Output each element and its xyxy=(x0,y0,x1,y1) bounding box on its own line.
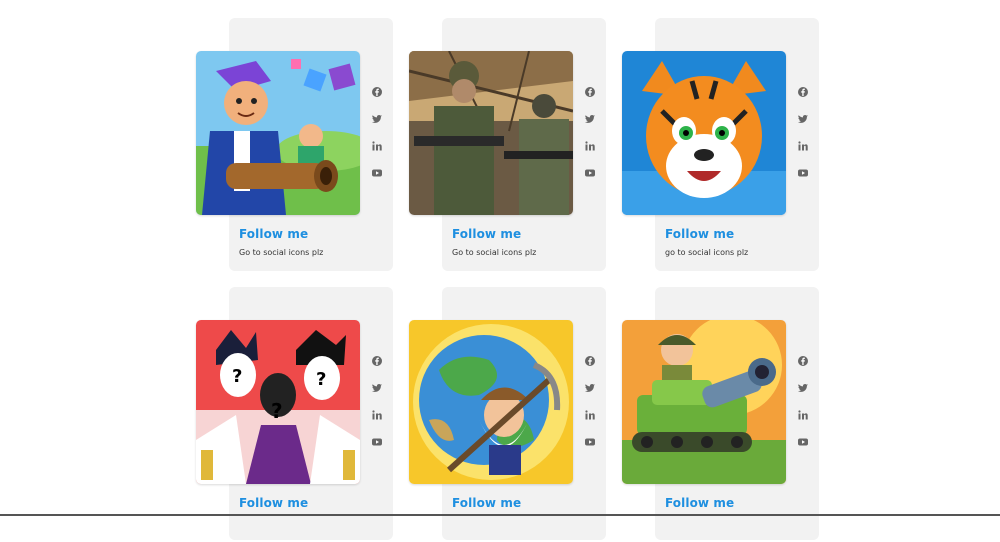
follow-me-link[interactable]: Follow me xyxy=(239,496,308,510)
facebook-icon[interactable] xyxy=(797,86,809,98)
twitter-icon[interactable] xyxy=(371,113,383,125)
tank-soldier-image[interactable] xyxy=(622,320,786,484)
youtube-icon[interactable] xyxy=(371,167,383,179)
card-description: Go to social icons plz xyxy=(239,248,324,257)
card-description: Go to social icons plz xyxy=(452,248,537,257)
profile-card: Follow me go to social icons plz xyxy=(622,18,819,273)
profile-card: Follow me xyxy=(409,287,606,542)
facebook-icon[interactable] xyxy=(584,355,596,367)
facebook-icon[interactable] xyxy=(584,86,596,98)
linkedin-icon[interactable] xyxy=(584,409,596,421)
facebook-icon[interactable] xyxy=(371,86,383,98)
youtube-icon[interactable] xyxy=(371,436,383,448)
linkedin-icon[interactable] xyxy=(371,140,383,152)
game-hero-bazooka-image[interactable] xyxy=(196,51,360,215)
follow-me-link[interactable]: Follow me xyxy=(452,227,521,241)
twitter-icon[interactable] xyxy=(797,382,809,394)
follow-me-link[interactable]: Follow me xyxy=(665,496,734,510)
linkedin-icon[interactable] xyxy=(797,140,809,152)
card-description: go to social icons plz xyxy=(665,248,749,257)
youtube-icon[interactable] xyxy=(584,167,596,179)
profile-card: Follow me xyxy=(622,287,819,542)
linkedin-icon[interactable] xyxy=(584,140,596,152)
twitter-icon[interactable] xyxy=(797,113,809,125)
follow-me-link[interactable]: Follow me xyxy=(665,227,734,241)
twitter-icon[interactable] xyxy=(584,382,596,394)
svg-text:?: ? xyxy=(316,369,326,390)
twitter-icon[interactable] xyxy=(584,113,596,125)
linkedin-icon[interactable] xyxy=(371,409,383,421)
facebook-icon[interactable] xyxy=(371,355,383,367)
twitter-icon[interactable] xyxy=(371,382,383,394)
youtube-icon[interactable] xyxy=(584,436,596,448)
follow-me-link[interactable]: Follow me xyxy=(452,496,521,510)
social-links xyxy=(371,355,383,448)
social-links xyxy=(584,355,596,448)
profile-card: ? ? ? Follow me xyxy=(196,287,393,542)
social-links xyxy=(584,86,596,179)
tiger-image[interactable] xyxy=(622,51,786,215)
youtube-icon[interactable] xyxy=(797,167,809,179)
social-links xyxy=(797,86,809,179)
social-links xyxy=(371,86,383,179)
profile-card: Follow me Go to social icons plz xyxy=(409,18,606,273)
youtube-icon[interactable] xyxy=(797,436,809,448)
miner-globe-image[interactable] xyxy=(409,320,573,484)
profile-card: Follow me Go to social icons plz xyxy=(196,18,393,273)
social-links xyxy=(797,355,809,448)
svg-text:?: ? xyxy=(271,399,283,423)
follow-me-link[interactable]: Follow me xyxy=(239,227,308,241)
facebook-icon[interactable] xyxy=(797,355,809,367)
anime-silhouettes-image[interactable]: ? ? ? xyxy=(196,320,360,484)
soldiers-image[interactable] xyxy=(409,51,573,215)
svg-text:?: ? xyxy=(232,366,242,387)
linkedin-icon[interactable] xyxy=(797,409,809,421)
